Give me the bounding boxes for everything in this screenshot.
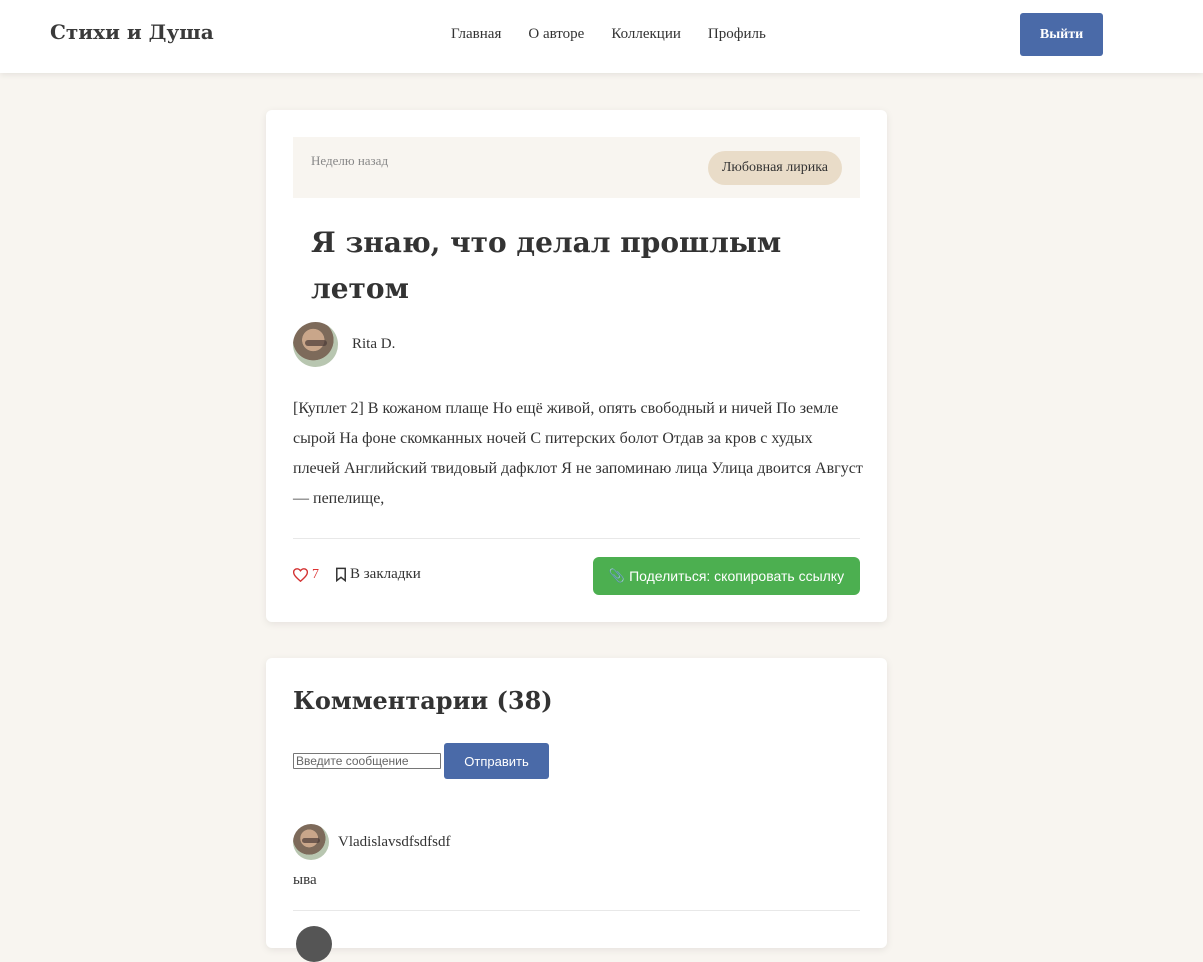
post-time: Неделю назад — [311, 153, 389, 168]
post-card: Неделю назад Любовная лирика Я знаю, что… — [266, 110, 887, 622]
share-button[interactable]: 📎 Поделиться: скопировать ссылку — [593, 557, 860, 595]
nav-profile[interactable]: Профиль — [708, 26, 766, 43]
main-nav: Главная О авторе Коллекции Профиль — [451, 26, 793, 43]
paperclip-icon: 📎 — [608, 568, 626, 583]
site-brand[interactable]: Стихи и Душа — [50, 20, 214, 44]
like-button[interactable]: 7 — [293, 567, 319, 583]
avatar[interactable] — [293, 824, 329, 860]
nav-collections[interactable]: Коллекции — [611, 26, 681, 43]
comments-card: Комментарии (38) Отправить Vladislavsdfs… — [266, 658, 887, 962]
avatar[interactable] — [293, 322, 338, 367]
heart-icon — [293, 567, 308, 582]
divider — [293, 910, 860, 911]
post-body: [Куплет 2] В кожаном плаще Но ещё живой,… — [293, 400, 863, 507]
avatar[interactable] — [296, 926, 332, 962]
post-title: Я знаю, что делал прошлым летом — [311, 226, 782, 305]
author-name[interactable]: Rita D. — [352, 336, 395, 353]
post-actions: 7 В закладки — [293, 566, 421, 583]
comment-author[interactable]: Vladislavsdfsdfsdf — [338, 834, 451, 851]
send-button[interactable]: Отправить — [444, 743, 549, 779]
like-count: 7 — [312, 566, 319, 582]
category-badge[interactable]: Любовная лирика — [707, 151, 842, 185]
share-label: Поделиться: скопировать ссылку — [629, 568, 845, 584]
bookmark-label: В закладки — [350, 566, 421, 582]
bookmark-button[interactable]: В закладки — [335, 566, 421, 583]
divider — [293, 538, 860, 539]
nav-home[interactable]: Главная — [451, 26, 501, 43]
comments-title: Комментарии (38) — [293, 686, 553, 715]
post-meta-bar: Неделю назад Любовная лирика — [293, 137, 860, 198]
logout-button[interactable]: Выйти — [1020, 13, 1103, 56]
post-author[interactable]: Rita D. — [293, 322, 395, 367]
site-header: Стихи и Душа Главная О авторе Коллекции … — [0, 0, 1203, 73]
bookmark-icon — [336, 567, 346, 582]
comment-input[interactable] — [293, 753, 441, 769]
comment-author-row[interactable]: Vladislavsdfsdfsdf — [293, 824, 451, 860]
nav-about[interactable]: О авторе — [528, 26, 584, 43]
comment-text: ыва — [293, 872, 317, 888]
